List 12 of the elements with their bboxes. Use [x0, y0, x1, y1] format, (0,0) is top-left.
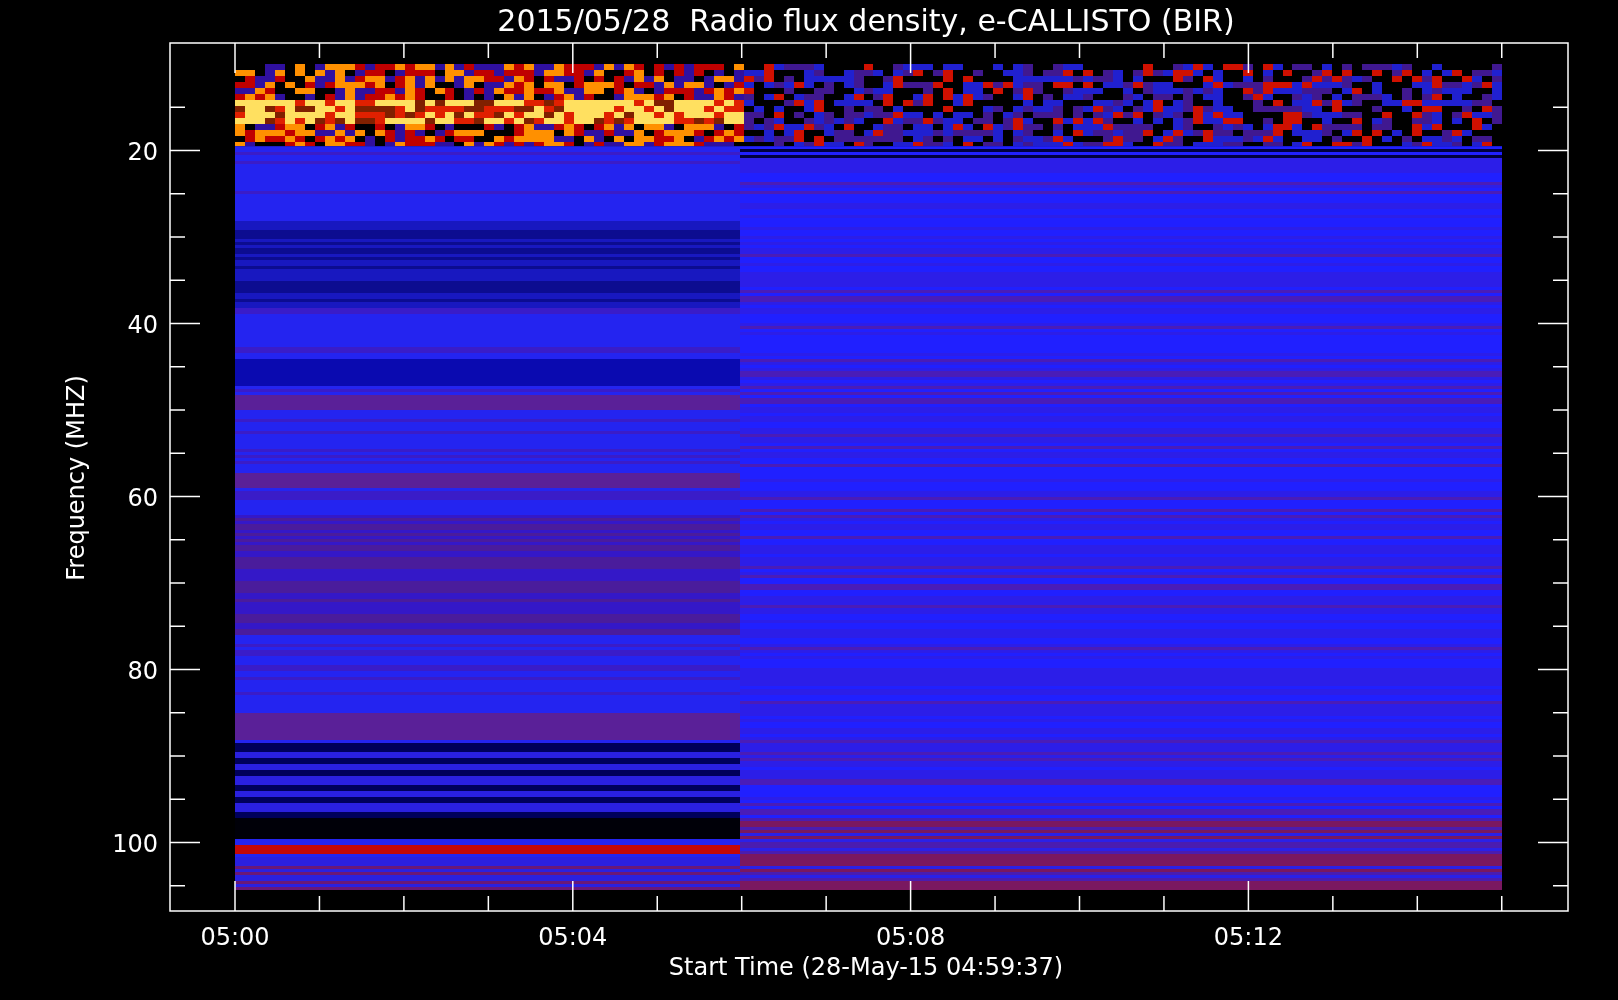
- y-tick-label: 20: [127, 137, 158, 166]
- x-tick-label: 05:04: [538, 923, 608, 951]
- x-axis-label: Start Time (28-May-15 04:59:37): [668, 953, 1064, 981]
- y-tick-label: 40: [127, 310, 158, 339]
- plot-title: 2015/05/28 Radio flux density, e-CALLISTO (BIR): [497, 3, 1235, 38]
- y-tick-label: 100: [112, 829, 158, 858]
- y-tick-label: 60: [127, 483, 158, 512]
- y-axis-label: Frequency (MHZ): [62, 375, 90, 581]
- x-tick-label: 05:00: [200, 923, 270, 951]
- x-tick-label: 05:08: [876, 923, 946, 951]
- y-tick-label: 80: [127, 656, 158, 685]
- x-tick-label: 05:12: [1213, 923, 1283, 951]
